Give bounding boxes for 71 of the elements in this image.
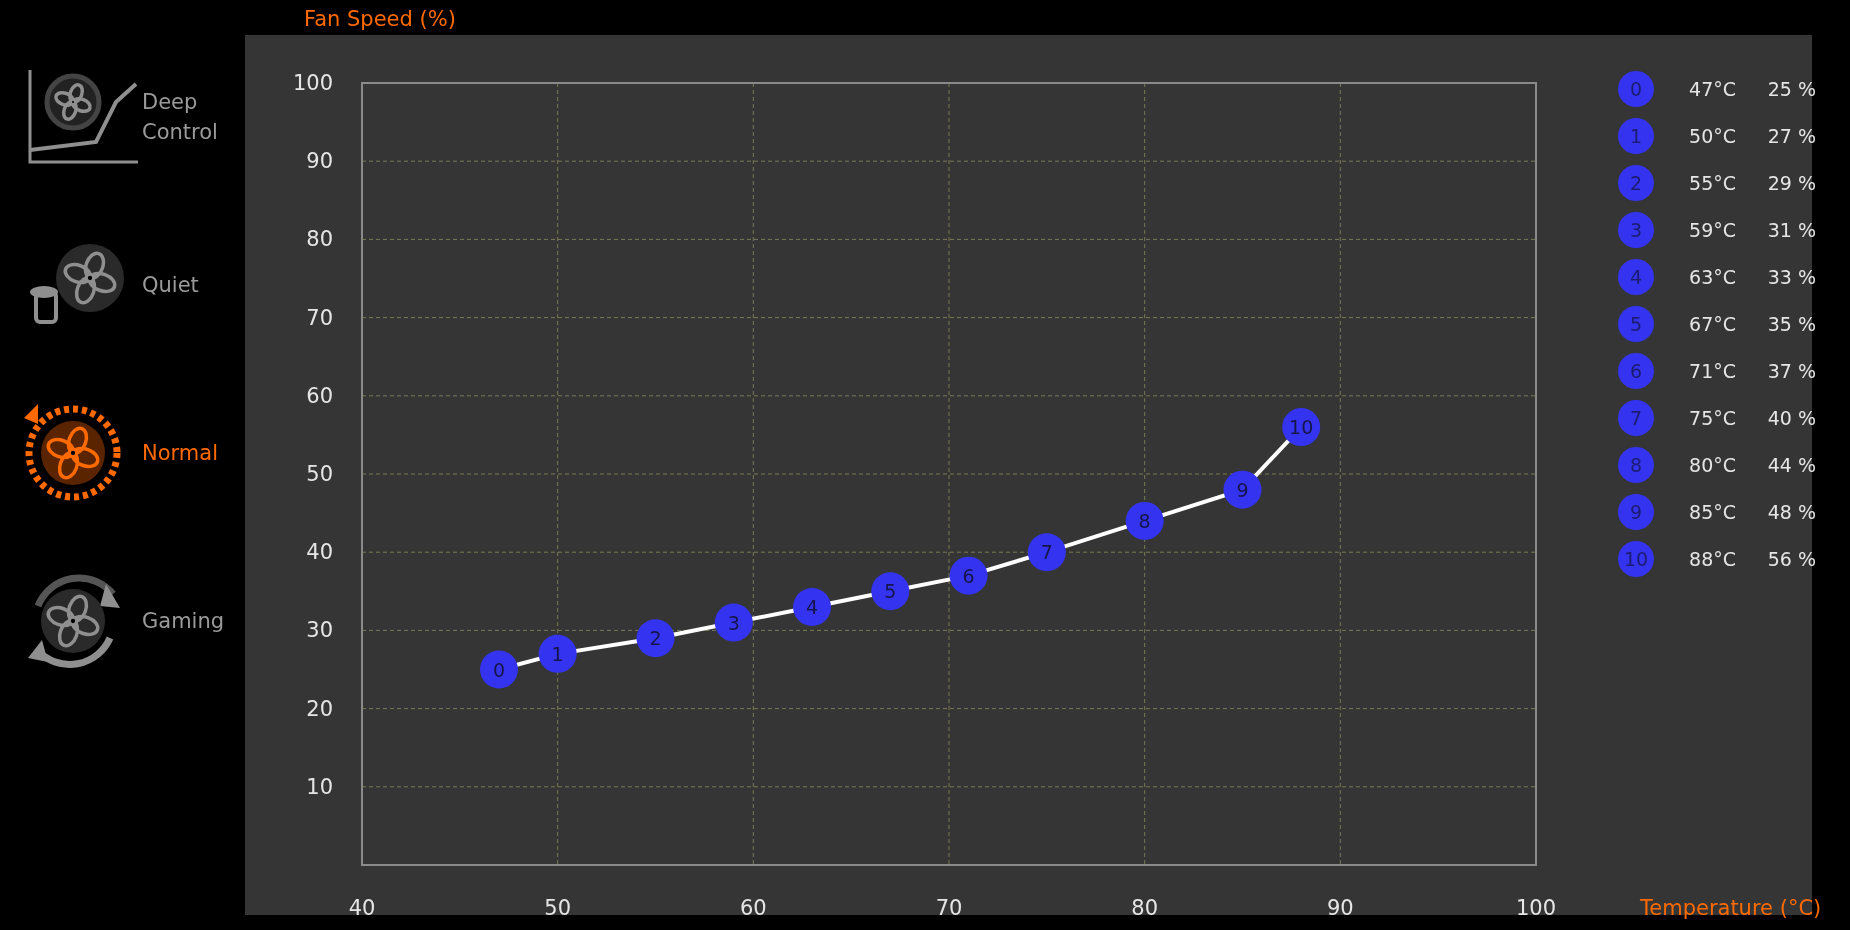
point-temperature: 47°C xyxy=(1688,76,1736,102)
x-tick-label: 90 xyxy=(1326,896,1354,920)
annotation: 10 xyxy=(1289,416,1314,439)
y-tick-label: 70 xyxy=(306,305,333,330)
point-temperature: 50°C xyxy=(1688,123,1736,149)
point-temperature: 59°C xyxy=(1688,217,1736,243)
annotation: 4 xyxy=(805,595,819,618)
point-fan-speed: 29 % xyxy=(1766,170,1816,196)
annotation: 9 xyxy=(1236,478,1249,501)
x-tick-label: 40 xyxy=(348,896,376,920)
annotation: 1 xyxy=(551,642,564,665)
curve-point[interactable]: 9 xyxy=(1223,470,1262,509)
annotation: 6 xyxy=(962,564,975,587)
y-tick-label: 50 xyxy=(306,462,333,486)
annotation: 7 xyxy=(1040,541,1053,564)
x-tick-label: 70 xyxy=(935,896,963,920)
curve-point[interactable]: 10 xyxy=(1282,408,1321,447)
point-fan-speed: 56 % xyxy=(1766,546,1816,572)
y-axis-title: Fan Speed (%) xyxy=(304,7,456,31)
annotation: 5 xyxy=(884,580,897,603)
point-temperature: 80°C xyxy=(1688,452,1736,478)
curve-point[interactable]: 3 xyxy=(714,603,753,642)
point-fan-speed: 48 % xyxy=(1766,499,1816,525)
point-fan-speed: 25 % xyxy=(1766,76,1816,102)
point-fan-speed: 44 % xyxy=(1766,452,1816,478)
y-tick-label: 20 xyxy=(306,696,333,721)
fan-mode-label: Normal xyxy=(142,440,219,467)
point-fan-speed: 35 % xyxy=(1766,311,1816,337)
fan-mode-label: Deep Control xyxy=(142,89,219,146)
y-tick-label: 10 xyxy=(306,774,333,799)
fan-mode-item[interactable]: Deep Control xyxy=(0,62,245,172)
y-tick-label: 80 xyxy=(306,227,333,252)
point-fan-speed: 40 % xyxy=(1766,405,1816,431)
curve-point[interactable]: 6 xyxy=(949,556,988,595)
fan-mode-item[interactable]: Normal xyxy=(0,398,245,508)
y-tick-label: 90 xyxy=(306,149,333,174)
curve-point[interactable]: 5 xyxy=(871,572,910,611)
annotation: 0 xyxy=(492,658,506,681)
curve-point[interactable]: 2 xyxy=(636,619,675,658)
point-fan-speed: 27 % xyxy=(1766,123,1816,149)
annotation: 8 xyxy=(1138,509,1151,532)
fan-mode-item[interactable]: Gaming xyxy=(0,566,245,676)
curve-point[interactable]: 4 xyxy=(793,587,832,626)
y-tick-label: 40 xyxy=(306,540,333,565)
curve-point[interactable]: 7 xyxy=(1027,533,1066,572)
point-temperature: 88°C xyxy=(1688,546,1736,572)
point-temperature: 55°C xyxy=(1688,170,1736,196)
y-tick-label: 100 xyxy=(292,71,333,95)
x-tick-label: 80 xyxy=(1131,896,1159,920)
fan-mode-item[interactable]: Quiet xyxy=(0,230,245,340)
point-temperature: 67°C xyxy=(1688,311,1736,337)
fan-mode-label: Quiet xyxy=(142,272,200,299)
point-fan-speed: 31 % xyxy=(1766,217,1816,243)
y-tick-label: 60 xyxy=(306,383,333,408)
fan-mode-label: Gaming xyxy=(142,608,226,635)
point-temperature: 85°C xyxy=(1688,499,1736,525)
x-tick-label: 100 xyxy=(1515,896,1557,920)
x-tick-label: 60 xyxy=(739,896,767,920)
curve-point[interactable]: 8 xyxy=(1125,501,1164,540)
point-fan-speed: 33 % xyxy=(1766,264,1816,290)
x-tick-label: 50 xyxy=(544,896,572,920)
annotation: 3 xyxy=(727,611,740,634)
curve-point[interactable]: 0 xyxy=(479,650,518,689)
x-axis-title: Temperature (°C) xyxy=(1640,896,1822,920)
annotation: 2 xyxy=(649,627,662,650)
point-temperature: 63°C xyxy=(1688,264,1736,290)
curve-point[interactable]: 1 xyxy=(538,634,577,673)
point-fan-speed: 37 % xyxy=(1766,358,1816,384)
point-temperature: 75°C xyxy=(1688,405,1736,431)
point-temperature: 71°C xyxy=(1688,358,1736,384)
y-tick-label: 30 xyxy=(306,618,333,643)
